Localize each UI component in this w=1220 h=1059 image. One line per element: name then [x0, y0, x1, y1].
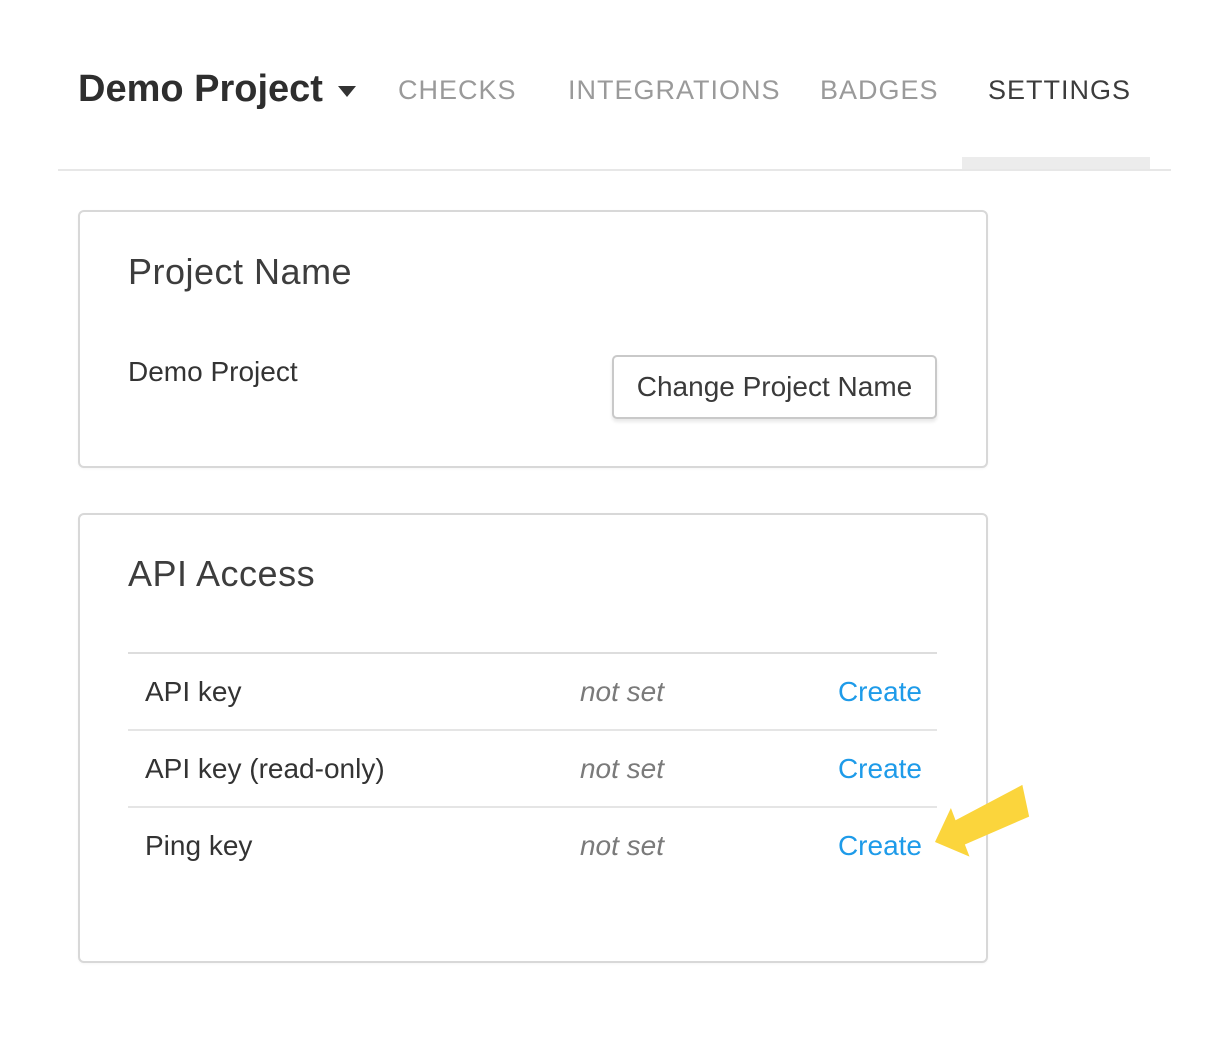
api-access-card: API Access API key not set Create API ke… — [78, 513, 988, 963]
change-project-name-button[interactable]: Change Project Name — [612, 355, 937, 419]
project-selector-dropdown[interactable]: Demo Project — [78, 66, 356, 112]
ping-key-value: not set — [497, 830, 747, 862]
api-key-label: API key — [128, 676, 497, 708]
current-project-name: Demo Project — [128, 354, 298, 390]
tab-settings[interactable]: SETTINGS — [988, 74, 1131, 106]
api-key-readonly-label: API key (read-only) — [128, 753, 497, 785]
tab-checks[interactable]: CHECKS — [398, 74, 517, 106]
nav-divider — [58, 169, 1171, 171]
tab-integrations[interactable]: INTEGRATIONS — [568, 74, 781, 106]
create-ping-key-link[interactable]: Create — [838, 830, 922, 861]
project-title: Demo Project — [78, 66, 323, 112]
api-key-value: not set — [497, 676, 747, 708]
tab-badges[interactable]: BADGES — [820, 74, 939, 106]
project-name-card-title: Project Name — [128, 250, 352, 294]
project-name-card: Project Name Demo Project Change Project… — [78, 210, 988, 468]
api-keys-table: API key not set Create API key (read-onl… — [128, 652, 937, 883]
create-api-key-link[interactable]: Create — [838, 676, 922, 707]
api-access-card-title: API Access — [128, 552, 315, 596]
ping-key-label: Ping key — [128, 830, 497, 862]
table-row-api-key-readonly: API key (read-only) not set Create — [128, 731, 937, 808]
create-api-key-readonly-link[interactable]: Create — [838, 753, 922, 784]
table-row-ping-key: Ping key not set Create — [128, 808, 937, 883]
settings-page: Demo Project CHECKS INTEGRATIONS BADGES … — [0, 0, 1220, 1059]
chevron-down-icon — [338, 86, 356, 97]
api-key-readonly-value: not set — [497, 753, 747, 785]
table-row-api-key: API key not set Create — [128, 654, 937, 731]
